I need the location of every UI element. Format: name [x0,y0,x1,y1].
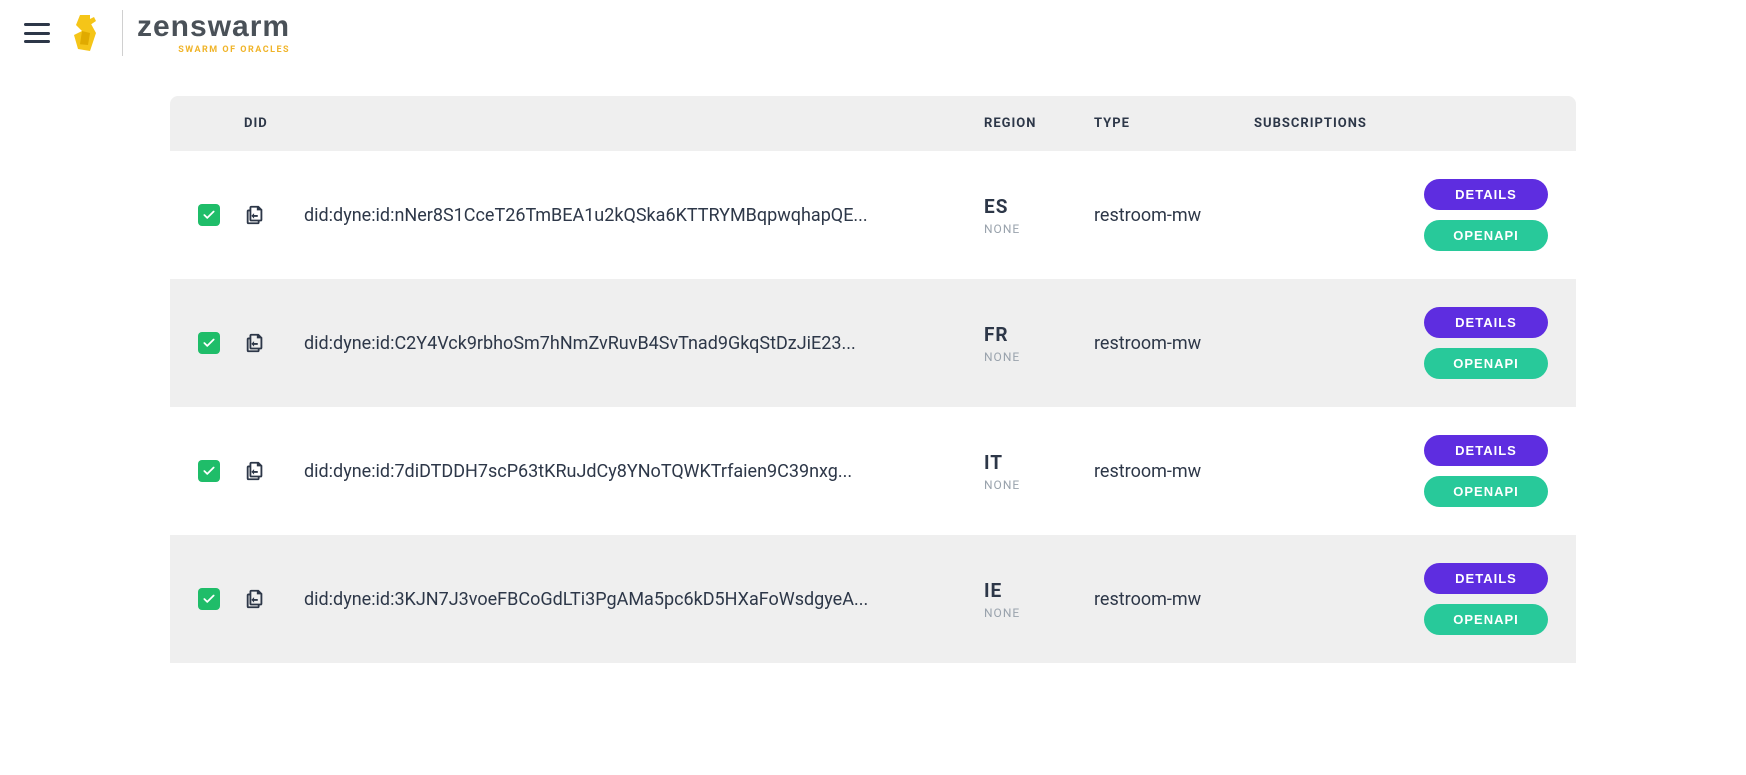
status-check-icon [198,588,220,610]
region-sub: NONE [984,350,1070,364]
copy-did-icon[interactable] [244,588,266,610]
col-header-did: DID [232,96,972,151]
table-row: did:dyne:id:C2Y4Vck9rbhoSm7hNmZvRuvB4SvT… [170,279,1576,407]
brand-mark-icon [68,13,108,53]
openapi-button[interactable]: OPENAPI [1424,348,1548,379]
did-value: did:dyne:id:7diDTDDH7scP63tKRuJdCy8YNoTQ… [304,461,924,482]
brand-logo[interactable]: zenswarm SWARM OF ORACLES [68,10,290,56]
openapi-button[interactable]: OPENAPI [1424,476,1548,507]
region-sub: NONE [984,606,1070,620]
openapi-button[interactable]: OPENAPI [1424,220,1548,251]
did-value: did:dyne:id:nNer8S1CceT26TmBEA1u2kQSka6K… [304,205,924,226]
brand-tagline: SWARM OF ORACLES [178,46,290,55]
table-row: did:dyne:id:3KJN7J3voeFBCoGdLTi3PgAMa5pc… [170,535,1576,663]
region-sub: NONE [984,478,1070,492]
region-code: ES [984,195,1070,218]
col-header-subscriptions: SUBSCRIPTIONS [1242,96,1412,151]
details-button[interactable]: DETAILS [1424,307,1548,338]
type-value: restroom-mw [1094,205,1201,226]
type-value: restroom-mw [1094,333,1201,354]
region-code: IT [984,451,1070,474]
status-check-icon [198,204,220,226]
status-check-icon [198,332,220,354]
did-value: did:dyne:id:C2Y4Vck9rbhoSm7hNmZvRuvB4SvT… [304,333,924,354]
type-value: restroom-mw [1094,461,1201,482]
type-value: restroom-mw [1094,589,1201,610]
region-code: IE [984,579,1070,602]
table-row: did:dyne:id:nNer8S1CceT26TmBEA1u2kQSka6K… [170,151,1576,279]
table-row: did:dyne:id:7diDTDDH7scP63tKRuJdCy8YNoTQ… [170,407,1576,535]
copy-did-icon[interactable] [244,332,266,354]
col-header-region: REGION [972,96,1082,151]
col-header-type: TYPE [1082,96,1242,151]
copy-did-icon[interactable] [244,460,266,482]
logo-divider [122,10,123,56]
menu-button[interactable] [24,23,50,43]
region-code: FR [984,323,1070,346]
region-sub: NONE [984,222,1070,236]
openapi-button[interactable]: OPENAPI [1424,604,1548,635]
details-button[interactable]: DETAILS [1424,435,1548,466]
status-check-icon [198,460,220,482]
details-button[interactable]: DETAILS [1424,563,1548,594]
oracles-table: DID REGION TYPE SUBSCRIPTIONS did:dyne:i… [170,96,1576,663]
brand-name: zenswarm [137,12,290,42]
did-value: did:dyne:id:3KJN7J3voeFBCoGdLTi3PgAMa5pc… [304,589,924,610]
details-button[interactable]: DETAILS [1424,179,1548,210]
copy-did-icon[interactable] [244,204,266,226]
